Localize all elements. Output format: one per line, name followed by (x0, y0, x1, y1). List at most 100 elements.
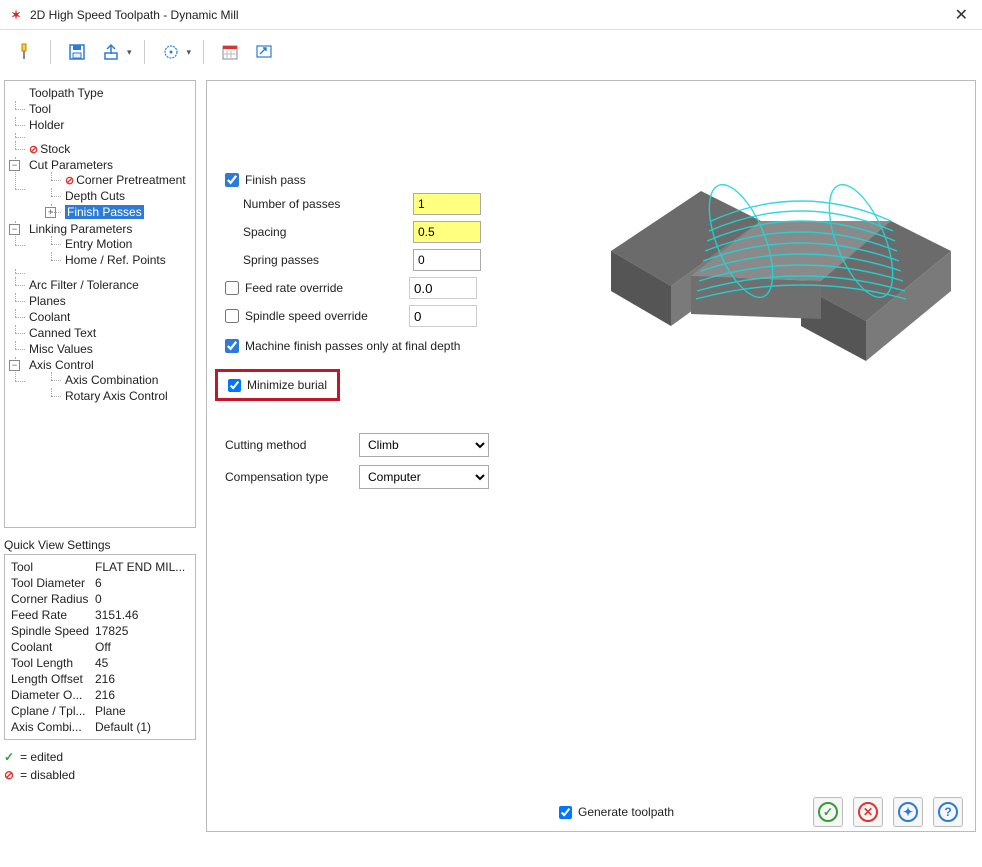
tree-stock[interactable]: Stock (40, 142, 70, 156)
save-button[interactable] (63, 38, 91, 66)
tree-misc-values[interactable]: Misc Values (29, 342, 93, 356)
minimize-burial-highlight: Minimize burial (215, 369, 340, 401)
qv-key: Feed Rate (11, 608, 95, 622)
legend-disabled: = disabled (20, 768, 75, 782)
tree-linking-parameters[interactable]: Linking Parameters (29, 222, 132, 236)
tree-home-ref[interactable]: Home / Ref. Points (65, 253, 166, 267)
cutting-method-select[interactable]: Climb (359, 433, 489, 457)
collapse-icon[interactable]: − (9, 224, 20, 235)
separator (50, 40, 51, 64)
tree-canned-text[interactable]: Canned Text (29, 326, 96, 340)
tree-rotary-axis[interactable]: Rotary Axis Control (65, 389, 168, 403)
settings-panel: Finish pass Number of passes Spacing Spr… (206, 80, 976, 832)
tree-holder[interactable]: Holder (29, 118, 64, 132)
feed-override-input[interactable] (409, 277, 477, 299)
qv-key: Cplane / Tpl... (11, 704, 95, 718)
apply-button[interactable]: ✦ (893, 797, 923, 827)
export-button[interactable]: ▾ (97, 38, 132, 66)
qv-val: 216 (95, 688, 189, 702)
machine-final-checkbox[interactable] (225, 339, 239, 353)
quickview-title: Quick View Settings (4, 538, 196, 552)
tree-axis-control[interactable]: Axis Control (29, 358, 94, 372)
qv-key: Corner Radius (11, 592, 95, 606)
separator (203, 40, 204, 64)
qv-key: Spindle Speed (11, 624, 95, 638)
collapse-icon[interactable]: − (9, 360, 20, 371)
feed-override-label: Feed rate override (245, 281, 403, 295)
titlebar: ✶ 2D High Speed Toolpath - Dynamic Mill … (0, 0, 982, 30)
window-title: 2D High Speed Toolpath - Dynamic Mill (30, 8, 949, 22)
tree-arc-filter[interactable]: Arc Filter / Tolerance (29, 278, 139, 292)
tree-axis-combination[interactable]: Axis Combination (65, 373, 158, 387)
tree-corner-pretreatment[interactable]: Corner Pretreatment (76, 173, 185, 187)
spindle-override-input[interactable] (409, 305, 477, 327)
num-passes-label: Number of passes (243, 197, 413, 211)
qv-val: 45 (95, 656, 189, 670)
tree-tool[interactable]: Tool (29, 102, 51, 116)
qv-key: Axis Combi... (11, 720, 95, 734)
tree-coolant[interactable]: Coolant (29, 310, 70, 324)
qv-val: Off (95, 640, 189, 654)
tree-depth-cuts[interactable]: Depth Cuts (65, 189, 125, 203)
legend-edited: = edited (20, 750, 63, 764)
disabled-icon: ⊘ (29, 144, 38, 156)
quickview-panel: ToolFLAT END MIL... Tool Diameter6 Corne… (4, 554, 196, 740)
spacing-label: Spacing (243, 225, 413, 239)
ok-button[interactable]: ✓ (813, 797, 843, 827)
qv-val: 0 (95, 592, 189, 606)
qv-key: Diameter O... (11, 688, 95, 702)
minimize-burial-label: Minimize burial (247, 378, 327, 392)
qv-key: Coolant (11, 640, 95, 654)
expand-icon[interactable]: + (45, 207, 56, 218)
disabled-icon: ⊘ (65, 175, 74, 187)
qv-key: Length Offset (11, 672, 95, 686)
close-button[interactable]: ✕ (949, 5, 974, 25)
compensation-type-label: Compensation type (225, 470, 359, 484)
dialog-footer: Generate toolpath ✓ ✕ ✦ ? (207, 793, 975, 831)
qv-key: Tool Length (11, 656, 95, 670)
generate-toolpath-checkbox[interactable] (559, 806, 572, 819)
tree-cut-parameters[interactable]: Cut Parameters (29, 158, 113, 172)
generate-toolpath-label: Generate toolpath (578, 805, 674, 819)
cancel-button[interactable]: ✕ (853, 797, 883, 827)
chevron-down-icon: ▾ (187, 47, 192, 58)
qv-val: 17825 (95, 624, 189, 638)
check-icon: ✓ (4, 750, 14, 764)
screen-arrow-button[interactable] (250, 38, 278, 66)
tree-finish-passes[interactable]: Finish Passes (65, 205, 144, 219)
machine-final-label: Machine finish passes only at final dept… (245, 339, 460, 353)
spring-passes-label: Spring passes (243, 253, 413, 267)
qv-key: Tool Diameter (11, 576, 95, 590)
minimize-burial-checkbox[interactable] (228, 379, 241, 392)
spindle-override-label: Spindle speed override (245, 309, 403, 323)
spindle-override-checkbox[interactable] (225, 309, 239, 323)
finish-pass-label: Finish pass (245, 173, 306, 187)
num-passes-input[interactable] (413, 193, 481, 215)
compensation-type-select[interactable]: Computer (359, 465, 489, 489)
qv-val: 6 (95, 576, 189, 590)
separator (144, 40, 145, 64)
qv-val: Default (1) (95, 720, 189, 734)
toolbar: ▾ ▾ (0, 30, 982, 74)
qv-key: Tool (11, 560, 95, 574)
calendar-button[interactable] (216, 38, 244, 66)
legend: ✓= edited ⊘= disabled (4, 748, 196, 784)
cutting-method-label: Cutting method (225, 438, 359, 452)
qv-val: Plane (95, 704, 189, 718)
app-icon: ✶ (8, 7, 24, 23)
parameter-tree[interactable]: Toolpath Type Tool Holder ⊘Stock −Cut Pa… (4, 80, 196, 528)
target-button[interactable]: ▾ (157, 38, 192, 66)
finish-pass-checkbox[interactable] (225, 173, 239, 187)
tree-toolpath-type[interactable]: Toolpath Type (29, 86, 104, 100)
spacing-input[interactable] (413, 221, 481, 243)
feed-override-checkbox[interactable] (225, 281, 239, 295)
spring-passes-input[interactable] (413, 249, 481, 271)
help-button[interactable]: ? (933, 797, 963, 827)
qv-val: FLAT END MIL... (95, 560, 189, 574)
tree-entry-motion[interactable]: Entry Motion (65, 237, 132, 251)
chevron-down-icon: ▾ (127, 47, 132, 58)
qv-val: 216 (95, 672, 189, 686)
collapse-icon[interactable]: − (9, 160, 20, 171)
flashlight-button[interactable] (10, 38, 38, 66)
tree-planes[interactable]: Planes (29, 294, 66, 308)
